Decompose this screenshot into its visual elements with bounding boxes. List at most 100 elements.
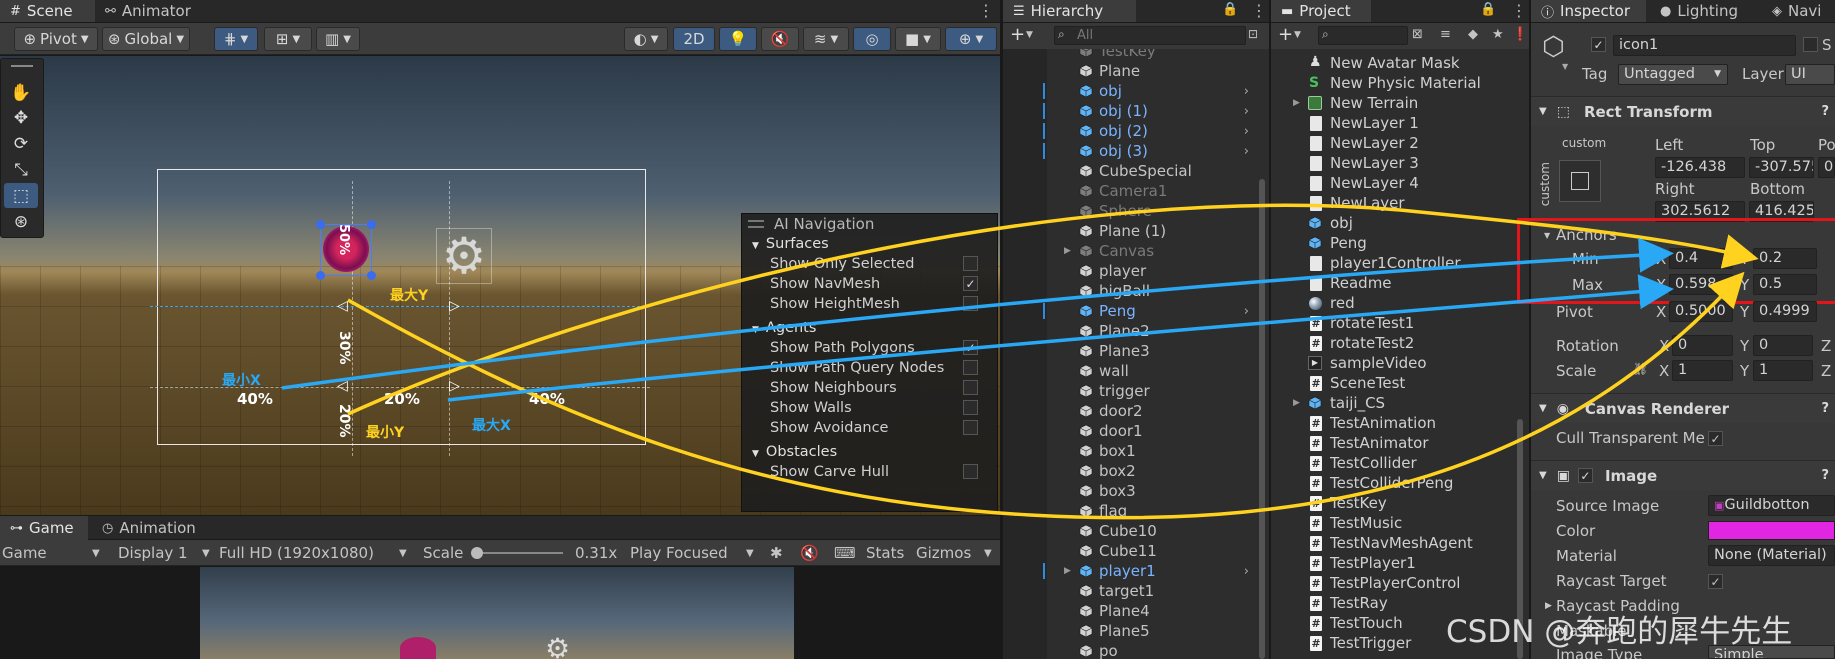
chevron-right-icon[interactable]: › xyxy=(1244,104,1249,119)
game-view[interactable]: ⚙ xyxy=(200,567,794,659)
chevron-right-icon[interactable]: › xyxy=(1244,564,1249,579)
play-mode-dropdown[interactable]: Play Focused ▼ xyxy=(630,543,760,563)
hierarchy-row[interactable]: bigBall xyxy=(1003,281,1259,301)
anchor-handle-icon[interactable]: ▷ xyxy=(449,378,460,394)
tab-navigation[interactable]: ◈ Navi xyxy=(1762,0,1835,22)
bug-icon[interactable]: ✱ xyxy=(770,543,783,563)
chevron-right-icon[interactable]: ▶ xyxy=(1293,98,1300,108)
hierarchy-row[interactable]: Plane5 xyxy=(1003,621,1259,641)
resolution-dropdown[interactable]: Full HD (1920x1080) ▼ xyxy=(219,543,411,563)
chevron-right-icon[interactable]: › xyxy=(1244,84,1249,99)
project-asset-row[interactable]: # TestKey xyxy=(1271,493,1517,513)
hierarchy-row[interactable]: trigger xyxy=(1003,381,1259,401)
pos-z-field[interactable]: 0 xyxy=(1818,157,1835,178)
chevron-right-icon[interactable]: › xyxy=(1244,124,1249,139)
pivot-y-field[interactable]: 0.4999 xyxy=(1753,301,1817,322)
nav-section-header[interactable]: ▼ Agents xyxy=(752,320,816,340)
project-asset-row[interactable]: NewLayer xyxy=(1271,193,1517,213)
hierarchy-row[interactable]: Plane3 xyxy=(1003,341,1259,361)
hierarchy-row[interactable]: obj (2) › xyxy=(1003,121,1259,141)
hierarchy-row[interactable]: player xyxy=(1003,261,1259,281)
active-checkbox[interactable]: ✓ xyxy=(1591,37,1606,52)
grip-handle[interactable] xyxy=(11,65,33,67)
hierarchy-row[interactable]: Peng › xyxy=(1003,301,1259,321)
hierarchy-row[interactable]: Sphere xyxy=(1003,201,1259,221)
project-asset-row[interactable]: ♟ New Avatar Mask xyxy=(1271,53,1517,73)
link-icon[interactable]: ⛓ xyxy=(1633,362,1648,376)
tab-hierarchy[interactable]: ☰ Hierarchy xyxy=(1003,0,1136,22)
increment-snap-button[interactable]: ⊞ ▼ xyxy=(264,27,312,51)
hierarchy-row[interactable]: po xyxy=(1003,641,1259,659)
hierarchy-row[interactable]: Cube10 xyxy=(1003,521,1259,541)
hierarchy-row[interactable]: Plane2 xyxy=(1003,321,1259,341)
transform-tool-icon[interactable]: ⊛ xyxy=(4,209,38,234)
scene-menu-icon[interactable]: ⋮ xyxy=(978,1,994,21)
lock-icon[interactable]: 🔒 xyxy=(1480,2,1496,17)
pivot-dropdown[interactable]: ⊕ Pivot ▼ xyxy=(14,27,98,51)
nav-option-checkbox[interactable] xyxy=(963,296,978,311)
search-by-type-icon[interactable]: ⊠ xyxy=(1412,27,1423,42)
global-dropdown[interactable]: ⊛ Global ▼ xyxy=(102,27,190,51)
tab-scene[interactable]: # Scene xyxy=(0,0,95,22)
hierarchy-menu-icon[interactable]: ⋮ xyxy=(1251,1,1267,21)
help-icon[interactable]: ? xyxy=(1821,468,1829,483)
anchor-handle-icon[interactable]: ◁ xyxy=(337,298,348,314)
rect-transform-header[interactable]: ▼ ⬚ Rect Transform ? xyxy=(1531,96,1835,126)
rotate-tool-icon[interactable]: ⟳ xyxy=(4,131,38,156)
project-asset-row[interactable]: player1Controller xyxy=(1271,253,1517,273)
color-swatch[interactable] xyxy=(1708,521,1835,540)
pivot-x-field[interactable]: 0.5000 xyxy=(1669,301,1733,322)
effects-toggle[interactable]: ≋ ▼ xyxy=(803,27,849,51)
hierarchy-row[interactable]: obj (1) › xyxy=(1003,101,1259,121)
nav-section-header[interactable]: ▼ Obstacles xyxy=(752,444,837,464)
resize-handle[interactable] xyxy=(316,220,325,229)
grip-handle[interactable] xyxy=(748,220,764,228)
project-asset-row[interactable]: ▶ sampleVideo xyxy=(1271,353,1517,373)
project-search-input[interactable] xyxy=(1318,26,1408,45)
add-icon[interactable]: + xyxy=(1010,24,1025,45)
gizmos-dropdown[interactable]: Gizmos ▼ xyxy=(916,543,996,563)
move-tool-icon[interactable]: ✥ xyxy=(4,105,38,130)
chevron-right-icon[interactable]: ▶ xyxy=(1064,246,1071,256)
project-asset-row[interactable]: # TestColliderPeng xyxy=(1271,473,1517,493)
project-asset-row[interactable]: red xyxy=(1271,293,1517,313)
hierarchy-row[interactable]: box3 xyxy=(1003,481,1259,501)
static-checkbox[interactable] xyxy=(1803,37,1818,52)
project-asset-row[interactable]: # TestCollider xyxy=(1271,453,1517,473)
top-field[interactable]: -307.575 xyxy=(1749,157,1814,178)
tab-animation[interactable]: ◷ Animation xyxy=(92,516,222,540)
ruler-button[interactable]: ▥ ▼ xyxy=(316,27,360,51)
anchor-handle-icon[interactable]: ◁ xyxy=(337,378,348,394)
hierarchy-row[interactable]: ▶ player1 › xyxy=(1003,561,1259,581)
nav-option-checkbox[interactable]: ✓ xyxy=(963,276,978,291)
hierarchy-row[interactable]: Plane4 xyxy=(1003,601,1259,621)
project-menu-icon[interactable]: ⋮ xyxy=(1511,1,1527,21)
hierarchy-row[interactable]: Cube11 xyxy=(1003,541,1259,561)
tab-game[interactable]: ⊶ Game xyxy=(0,516,88,540)
material-field[interactable]: None (Material) xyxy=(1708,545,1835,566)
nav-option-checkbox[interactable] xyxy=(963,380,978,395)
scale-tool-icon[interactable]: ⤡ xyxy=(4,157,38,182)
project-asset-row[interactable]: # TestAnimator xyxy=(1271,433,1517,453)
label-icon[interactable]: ◆ xyxy=(1468,27,1478,42)
resize-handle[interactable] xyxy=(367,271,376,280)
project-asset-row[interactable]: Peng xyxy=(1271,233,1517,253)
lighting-toggle[interactable]: 💡 xyxy=(719,27,757,51)
project-asset-row[interactable]: obj xyxy=(1271,213,1517,233)
filter-icon[interactable]: ⊡ xyxy=(1248,27,1258,41)
slider-thumb[interactable] xyxy=(471,547,483,559)
project-asset-row[interactable]: # TestPlayerControl xyxy=(1271,573,1517,593)
project-asset-row[interactable]: NewLayer 4 xyxy=(1271,173,1517,193)
mode-2d-button[interactable]: 2D xyxy=(673,27,715,51)
hand-tool-icon[interactable]: ✋ xyxy=(4,80,38,105)
visibility-toggle[interactable]: ◎ xyxy=(853,27,891,51)
scale-x-field[interactable]: 1 xyxy=(1672,360,1733,381)
object-name-input[interactable]: icon1 xyxy=(1613,35,1796,56)
hierarchy-row[interactable]: box2 xyxy=(1003,461,1259,481)
chevron-right-icon[interactable]: › xyxy=(1244,144,1249,159)
audio-toggle[interactable]: 🔇 xyxy=(761,27,799,51)
tab-animator[interactable]: ⚯ Animator xyxy=(95,0,205,22)
alert-icon[interactable]: ❗ xyxy=(1512,27,1528,42)
project-asset-row[interactable]: # TestNavMeshAgent xyxy=(1271,533,1517,553)
display-dropdown[interactable]: Display 1 ▼ xyxy=(118,543,213,563)
